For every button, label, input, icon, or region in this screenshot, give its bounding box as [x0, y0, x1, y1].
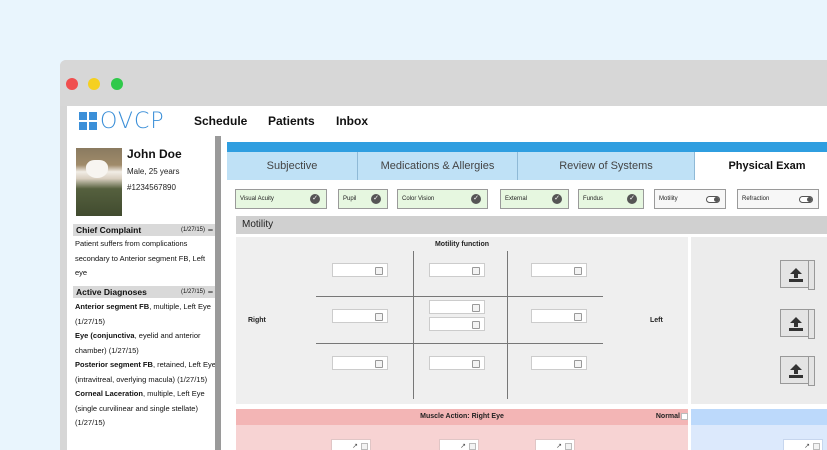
external-link-icon[interactable]: ↗ — [556, 442, 562, 450]
collapse-icon[interactable]: − — [208, 286, 213, 298]
top-navigation: OVCP Schedule Patients Inbox — [67, 106, 827, 136]
tab-medications-allergies[interactable]: Medications & Allergies — [358, 152, 518, 180]
window-titlebar — [60, 60, 827, 106]
patient-name: John Doe — [127, 147, 182, 161]
motility-input[interactable] — [429, 300, 485, 314]
check-icon: ✓ — [371, 194, 381, 204]
minimize-window-button[interactable] — [88, 78, 100, 90]
patient-info: Male, 25 years — [127, 167, 180, 176]
maximize-window-button[interactable] — [111, 78, 123, 90]
diagnosis-item: Eye (conjunctiva, eyelid and anterior ch… — [75, 331, 201, 355]
chip-motility[interactable]: Motility — [654, 189, 726, 209]
motility-input[interactable] — [429, 263, 485, 277]
muscle-action-header: Muscle Action: Right Eye Normal — [236, 409, 688, 425]
diagnosis-item: Corneal Laceration, multiple, Left Eye (… — [75, 389, 205, 427]
muscle-action-left-header — [691, 409, 827, 425]
muscle-input[interactable]: ↗ — [783, 439, 823, 450]
external-link-icon[interactable]: ↗ — [352, 442, 358, 450]
external-link-icon[interactable]: ↗ — [804, 442, 810, 450]
upload-button[interactable] — [780, 260, 815, 290]
muscle-input[interactable]: ↗ — [535, 439, 575, 450]
active-diagnoses-date: (1/27/15) — [180, 289, 205, 295]
chip-visual-acuity[interactable]: Visual Acuity ✓ — [235, 189, 327, 209]
chip-color-vision[interactable]: Color Vision ✓ — [397, 189, 488, 209]
motility-input[interactable] — [332, 356, 388, 370]
motility-grid-title: Motility function — [434, 241, 490, 248]
toggle-icon — [799, 196, 813, 203]
grid-divider — [316, 343, 603, 344]
right-eye-label: Right — [248, 317, 266, 324]
chip-pupil[interactable]: Pupil ✓ — [338, 189, 388, 209]
external-link-icon[interactable]: ↗ — [460, 442, 466, 450]
motility-input[interactable] — [332, 309, 388, 323]
diagnosis-item: Posterior segment FB, retained, Left Eye… — [75, 360, 216, 384]
chip-refraction[interactable]: Refraction — [737, 189, 819, 209]
grid-divider — [507, 251, 508, 399]
motility-input[interactable] — [429, 317, 485, 331]
motility-input[interactable] — [531, 309, 587, 323]
nav-inbox[interactable]: Inbox — [336, 114, 368, 128]
active-diagnoses-header[interactable]: Active Diagnoses (1/27/15) − — [73, 286, 215, 298]
upload-button[interactable] — [780, 356, 815, 386]
active-diagnoses-list: Anterior segment FB, multiple, Left Eye … — [75, 300, 216, 431]
nav-schedule[interactable]: Schedule — [194, 114, 247, 128]
chief-complaint-title: Chief Complaint — [76, 225, 142, 235]
exam-tabs: Subjective Medications & Allergies Revie… — [227, 152, 827, 180]
grid-divider — [316, 296, 603, 297]
check-icon: ✓ — [552, 194, 562, 204]
toggle-icon — [706, 196, 720, 203]
chip-external[interactable]: External ✓ — [500, 189, 569, 209]
collapse-icon[interactable]: − — [208, 224, 213, 236]
active-diagnoses-title: Active Diagnoses — [76, 287, 147, 297]
chief-complaint-text: Patient suffers from complications secon… — [75, 239, 206, 277]
motility-input[interactable] — [332, 263, 388, 277]
logo-text: OVCP — [100, 108, 165, 134]
muscle-action-left-body: ↗ — [691, 425, 827, 450]
logo-cross-icon — [79, 112, 97, 130]
nav-patients[interactable]: Patients — [268, 114, 315, 128]
close-window-button[interactable] — [66, 78, 78, 90]
patient-avatar — [76, 148, 122, 216]
chip-fundus[interactable]: Fundus ✓ — [578, 189, 644, 209]
tab-subjective[interactable]: Subjective — [227, 152, 358, 180]
upload-panel — [691, 237, 827, 404]
motility-input[interactable] — [531, 263, 587, 277]
diagnosis-item: Anterior segment FB, multiple, Left Eye … — [75, 302, 211, 326]
tab-physical-exam[interactable]: Physical Exam — [695, 152, 827, 180]
motility-input[interactable] — [531, 356, 587, 370]
muscle-action-title: Muscle Action: Right Eye — [420, 413, 504, 420]
motility-grid: Motility function Right Left — [236, 237, 688, 404]
tab-review-of-systems[interactable]: Review of Systems — [518, 152, 695, 180]
left-eye-label: Left — [650, 317, 663, 324]
check-icon: ✓ — [310, 194, 320, 204]
main-panel: Subjective Medications & Allergies Revie… — [227, 136, 827, 450]
grid-divider — [413, 251, 414, 399]
upload-icon — [789, 364, 803, 378]
motility-section-header: Motility — [236, 216, 827, 234]
patient-sidebar: John Doe Male, 25 years #1234567890 Chie… — [67, 136, 221, 450]
normal-checkbox[interactable] — [681, 413, 688, 420]
logo[interactable]: OVCP — [79, 108, 165, 134]
header-strip — [227, 142, 827, 152]
chief-complaint-date: (1/27/15) — [180, 227, 205, 233]
normal-label[interactable]: Normal — [656, 409, 680, 425]
chief-complaint-header[interactable]: Chief Complaint (1/27/15) − — [73, 224, 215, 236]
upload-icon — [789, 268, 803, 282]
check-icon: ✓ — [627, 194, 637, 204]
patient-id: #1234567890 — [127, 183, 176, 192]
upload-icon — [789, 317, 803, 331]
muscle-input[interactable]: ↗ — [439, 439, 479, 450]
upload-button[interactable] — [780, 309, 815, 339]
app-window: OVCP Schedule Patients Inbox John Doe Ma… — [60, 60, 827, 450]
app-content: OVCP Schedule Patients Inbox John Doe Ma… — [67, 106, 827, 450]
muscle-input[interactable]: ↗ — [331, 439, 371, 450]
muscle-action-body: ↗ ↗ ↗ — [236, 425, 688, 450]
motility-input[interactable] — [429, 356, 485, 370]
check-icon: ✓ — [471, 194, 481, 204]
